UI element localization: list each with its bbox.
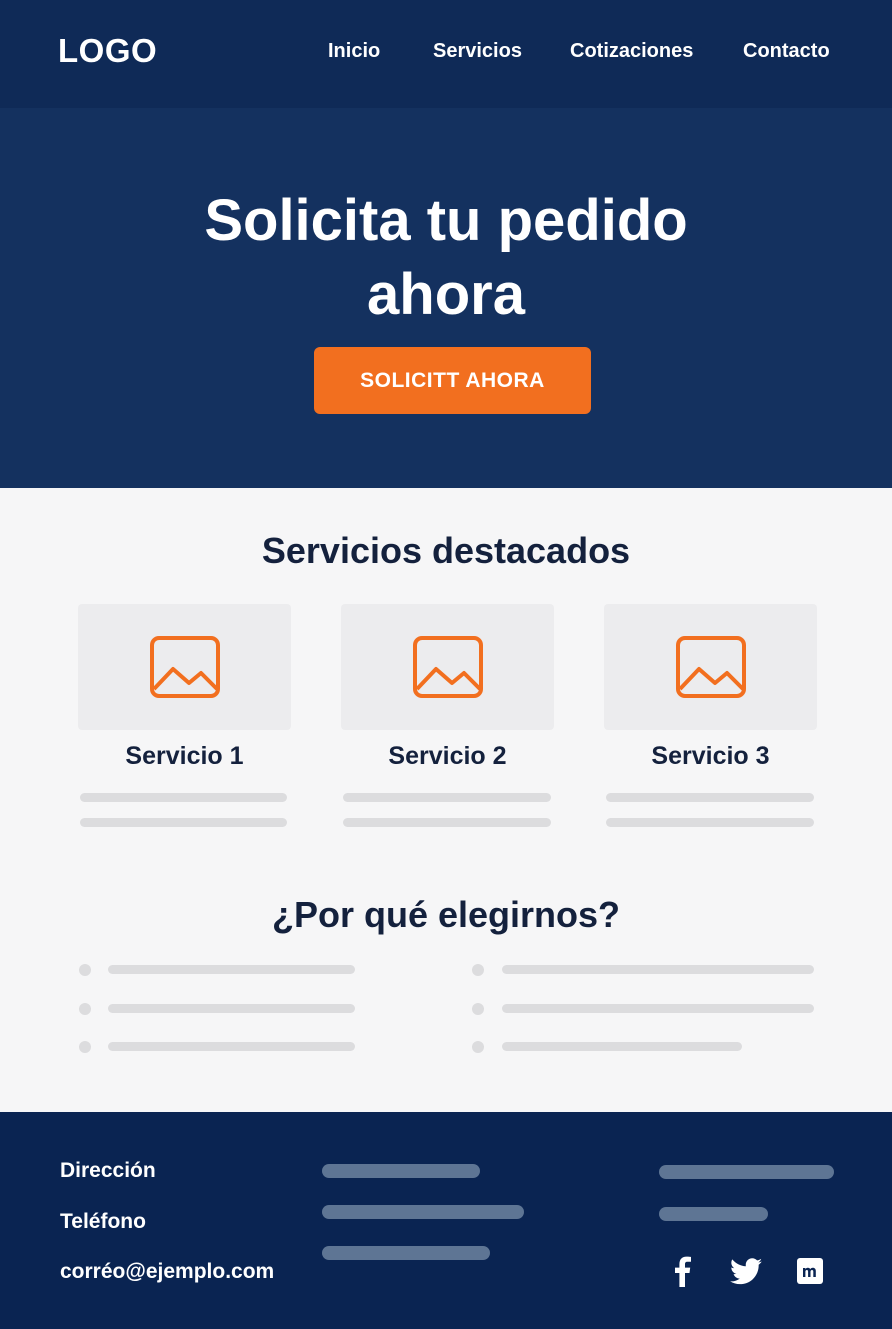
nav-link-servicios[interactable]: Servicios [433, 40, 522, 63]
bullet-dot [79, 1041, 91, 1053]
service-3-text-line [606, 793, 814, 802]
hero-section: Solicita tu pedido ahora SOLICITT AHORA [0, 108, 892, 488]
image-placeholder-icon [412, 636, 483, 698]
service-3-text-line [606, 818, 814, 827]
service-2-image[interactable] [341, 604, 554, 730]
why-us-title: ¿Por qué elegirnos? [271, 894, 621, 935]
footer-text-line [322, 1246, 490, 1260]
why-us-text-line [108, 1042, 355, 1051]
service-2-text-line [343, 793, 551, 802]
linkedin-icon[interactable] [793, 1254, 827, 1288]
facebook-icon[interactable] [665, 1254, 699, 1288]
top-navigation: LOGO Inicio Servicios Cotizaciones Conta… [0, 0, 892, 108]
hero-title-line-1: Solicita tu pedido [204, 188, 688, 253]
image-placeholder-icon [675, 636, 746, 698]
hero-title-line-2: ahora [367, 262, 525, 327]
service-3-image[interactable] [604, 604, 817, 730]
why-us-text-line [502, 1042, 742, 1051]
service-2-text-line [343, 818, 551, 827]
footer-text-line [659, 1207, 768, 1221]
why-us-text-line [502, 1004, 814, 1013]
bullet-dot [79, 964, 91, 976]
why-us-text-line [108, 1004, 355, 1013]
featured-services-title: Servicios destacados [261, 530, 631, 571]
service-1-image[interactable] [78, 604, 291, 730]
footer-text-line [659, 1165, 834, 1179]
twitter-icon[interactable] [729, 1254, 763, 1288]
bullet-dot [79, 1003, 91, 1015]
nav-link-inicio[interactable]: Inicio [328, 40, 380, 63]
footer-text-line [322, 1205, 524, 1219]
nav-link-cotizaciones[interactable]: Cotizaciones [570, 40, 693, 63]
footer-email[interactable]: corréo@ejemplo.com [60, 1260, 274, 1284]
why-us-text-line [108, 965, 355, 974]
bullet-dot [472, 1041, 484, 1053]
service-1-title[interactable]: Servicio 1 [78, 742, 291, 771]
image-placeholder-icon [149, 636, 220, 698]
nav-link-contacto[interactable]: Contacto [743, 40, 830, 63]
service-2-title[interactable]: Servicio 2 [341, 742, 554, 771]
why-us-text-line [502, 965, 814, 974]
footer-address: Dirección [60, 1159, 156, 1182]
service-1-text-line [80, 818, 287, 827]
bullet-dot [472, 1003, 484, 1015]
logo[interactable]: LOGO [58, 32, 157, 70]
service-1-text-line [80, 793, 287, 802]
service-3-title[interactable]: Servicio 3 [604, 742, 817, 771]
footer-phone: Teléfono [60, 1210, 146, 1233]
order-now-button[interactable]: SOLICITT AHORA [314, 347, 591, 414]
footer-text-line [322, 1164, 480, 1178]
footer: Dirección Teléfono corréo@ejemplo.com [0, 1112, 892, 1329]
bullet-dot [472, 964, 484, 976]
hero-title: Solicita tu pedido ahora [0, 184, 892, 332]
